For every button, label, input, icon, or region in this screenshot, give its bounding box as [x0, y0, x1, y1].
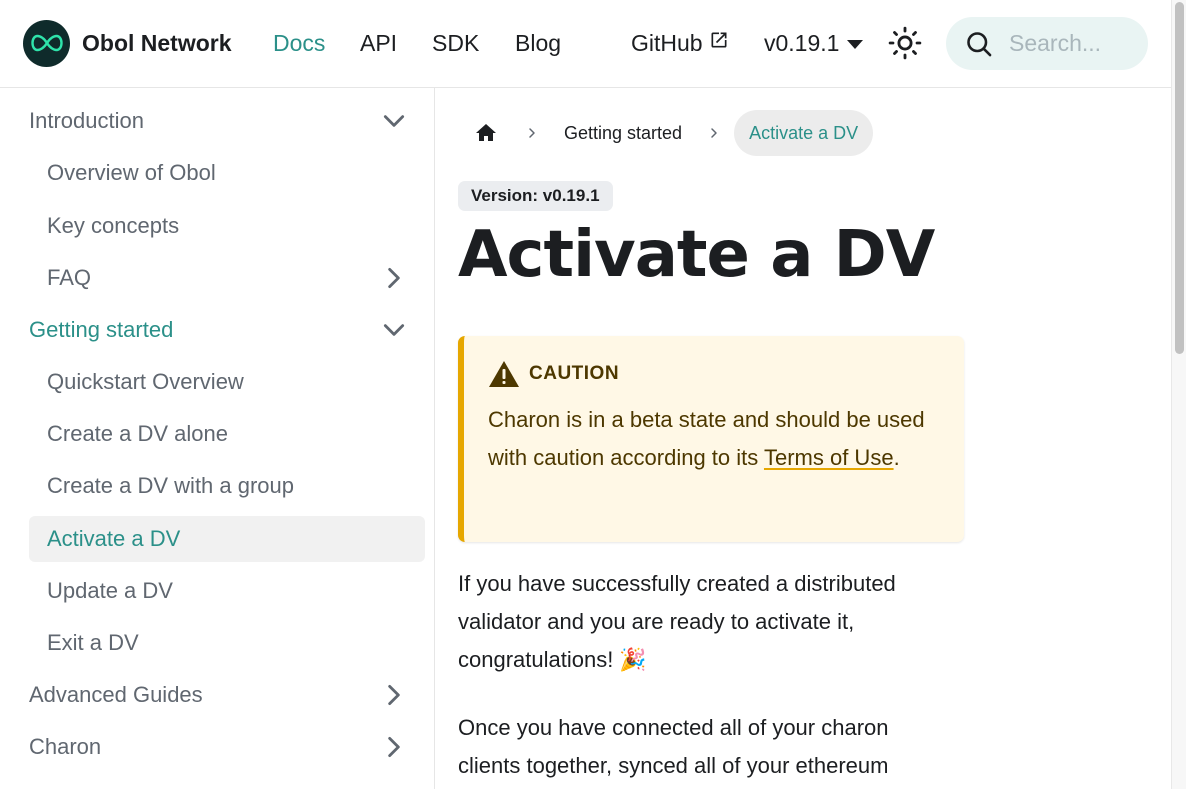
version-label: v0.19.1 — [764, 30, 840, 56]
sidebar-item-faq[interactable]: FAQ — [29, 255, 425, 301]
brand-title: Obol Network — [82, 29, 232, 56]
sidebar-item-charon[interactable]: Charon — [29, 724, 425, 770]
chevron-down-icon[interactable] — [381, 317, 407, 343]
nav-docs-link[interactable]: Docs — [273, 28, 325, 58]
breadcrumb: Getting started Activate a DV — [458, 110, 874, 156]
page-title: Activate a DV — [458, 218, 935, 292]
page-scrollbar[interactable] — [1171, 0, 1186, 789]
sidebar-item-overview-of-obol[interactable]: Overview of Obol — [29, 150, 425, 196]
caret-down-icon — [847, 39, 864, 49]
nav-sdk-link[interactable]: SDK — [432, 28, 479, 58]
sidebar-item-label: Key concepts — [47, 213, 180, 238]
scrollbar-thumb[interactable] — [1175, 2, 1184, 354]
home-icon — [476, 124, 496, 141]
sidebar-item-label: Advanced Guides — [29, 682, 203, 707]
obol-logo-icon — [23, 19, 70, 67]
top-navbar: Obol Network Docs API SDK Blog GitHub v0… — [0, 0, 1171, 88]
sidebar-item-create-dv-alone[interactable]: Create a DV alone — [29, 411, 425, 457]
theme-toggle-button[interactable] — [887, 25, 923, 61]
breadcrumb-getting-started[interactable]: Getting started — [552, 110, 694, 156]
sidebar-item-update-dv[interactable]: Update a DV — [29, 568, 425, 614]
sidebar-item-label: Charon — [29, 734, 102, 759]
search-input[interactable] — [1007, 29, 1137, 58]
sidebar-item-activate-dv[interactable]: Activate a DV — [29, 516, 425, 562]
warning-icon — [489, 361, 519, 387]
sidebar-item-label: Introduction — [29, 108, 144, 133]
nav-github-link[interactable]: GitHub — [631, 28, 729, 58]
chevron-right-icon[interactable] — [381, 682, 407, 708]
sidebar-item-label: FAQ — [47, 265, 92, 290]
admonition-text-end: . — [893, 445, 900, 470]
nav-api-link[interactable]: API — [360, 28, 397, 58]
admonition-title: CAUTION — [529, 363, 620, 384]
admonition-text: Charon is in a beta state and should be … — [488, 401, 940, 477]
chevron-right-icon — [694, 127, 734, 139]
intro-paragraph: If you have successfully created a distr… — [458, 571, 896, 672]
version-dropdown[interactable]: v0.19.1 — [764, 28, 864, 58]
sidebar-item-key-concepts[interactable]: Key concepts — [29, 203, 425, 249]
chevron-right-icon — [512, 127, 552, 139]
github-label: GitHub — [631, 30, 703, 56]
sidebar-item-label: Getting started — [29, 317, 174, 342]
breadcrumb-current: Activate a DV — [734, 110, 874, 156]
nav-blog-link[interactable]: Blog — [515, 28, 561, 58]
chevron-down-icon[interactable] — [381, 108, 407, 134]
search-icon — [967, 31, 992, 56]
sidebar-item-label: Update a DV — [47, 578, 173, 603]
sidebar-item-label: Exit a DV — [47, 630, 139, 655]
sidebar-item-advanced-guides[interactable]: Advanced Guides — [29, 672, 425, 718]
sidebar-item-label: Quickstart Overview — [47, 369, 244, 394]
breadcrumb-home-link[interactable] — [460, 110, 512, 156]
external-link-icon — [711, 32, 727, 48]
sidebar-item-create-dv-group[interactable]: Create a DV with a group — [29, 463, 425, 509]
sidebar-item-quickstart-overview[interactable]: Quickstart Overview — [29, 359, 425, 405]
brand-link[interactable]: Obol Network — [23, 19, 232, 67]
sun-icon — [888, 26, 922, 60]
admonition-heading: CAUTION — [488, 358, 940, 390]
caution-admonition: CAUTION Charon is in a beta state and sh… — [458, 336, 964, 542]
sidebar-item-label: Create a DV alone — [47, 421, 228, 446]
docs-sidebar: Introduction Overview of Obol Key concep… — [0, 88, 435, 789]
search-box[interactable] — [946, 17, 1148, 70]
terms-of-use-link[interactable]: Terms of Use — [764, 445, 894, 470]
sidebar-item-label: Activate a DV — [47, 526, 181, 551]
chevron-right-icon[interactable] — [381, 265, 407, 291]
chevron-right-icon[interactable] — [381, 734, 407, 760]
sidebar-item-getting-started[interactable]: Getting started — [29, 307, 425, 353]
sidebar-item-label: Overview of Obol — [47, 160, 216, 185]
sidebar-item-exit-dv[interactable]: Exit a DV — [29, 620, 425, 666]
sidebar-item-introduction[interactable]: Introduction — [29, 98, 425, 144]
second-paragraph: Once you have connected all of your char… — [458, 715, 889, 778]
sidebar-item-label: Create a DV with a group — [47, 473, 295, 498]
version-badge: Version: v0.19.1 — [458, 181, 613, 211]
